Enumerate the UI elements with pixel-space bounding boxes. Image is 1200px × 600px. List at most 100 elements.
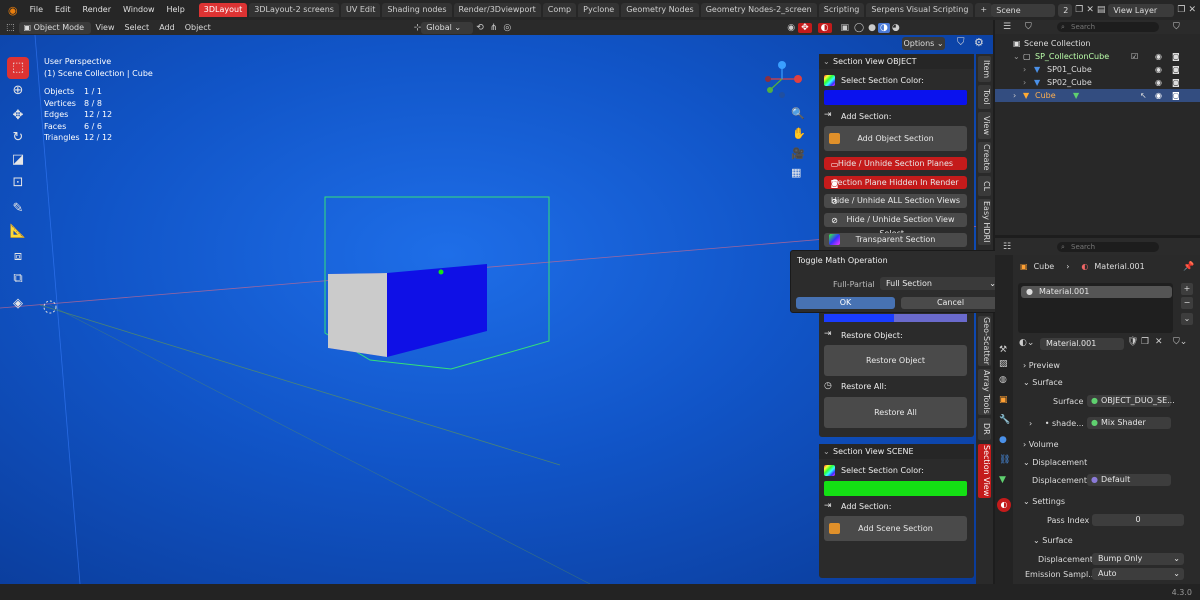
measure-icon[interactable]: 📐 [7, 221, 29, 243]
modifier-tab-icon[interactable]: 🔧 [999, 415, 1010, 425]
add-shape-icon[interactable]: ⧉ [7, 268, 29, 290]
outliner-row-cube[interactable]: › ▼ Cube ▼ ↖ ◉ ◙ [995, 89, 1200, 102]
remove-slot-button[interactable]: − [1181, 297, 1193, 309]
eye-icon-4[interactable]: ◉ [1155, 89, 1162, 102]
scene-tab-icon[interactable]: ◍ [999, 375, 1007, 385]
add-cube-icon[interactable]: ⧈ [7, 246, 29, 268]
camera-visibility-icon-3[interactable]: ◙ [1172, 76, 1180, 89]
mix-shader-field[interactable]: ● Mix Shader [1087, 417, 1171, 429]
menu-file[interactable]: File [24, 0, 49, 20]
shader-row-label[interactable]: › • shade... [1029, 419, 1084, 428]
tab-3dlayout-2-screens[interactable]: 3DLayout-2 screens [249, 3, 339, 17]
grid-view-icon[interactable]: ▦ [791, 166, 801, 179]
surface-panel-header[interactable]: ⌄ Surface [1023, 378, 1063, 387]
hide-selected-section-button[interactable]: ⊘ Hide / Unhide Section View Select... [824, 213, 967, 238]
annotate-icon[interactable]: ✎ [7, 198, 29, 220]
snap-icon[interactable]: ⋔ [487, 23, 501, 33]
tab-easy-hdri[interactable]: Easy HDRI [978, 199, 991, 245]
fake-user-icon[interactable]: 🛡 [1127, 337, 1138, 347]
displacement-panel-header[interactable]: ⌄ Displacement [1023, 458, 1087, 467]
overlay-icon[interactable]: ◐ [817, 22, 832, 33]
tab-render-3dviewport[interactable]: Render/3Dviewport [453, 3, 541, 17]
tab-item[interactable]: Item [978, 56, 991, 82]
duplicate-material-icon[interactable]: ❐ [1141, 337, 1149, 347]
tab-view[interactable]: View [978, 112, 991, 139]
panel-title[interactable]: ⌄ Section View OBJECT [819, 54, 974, 69]
disp-method-select[interactable]: Bump Only ⌄ [1092, 553, 1184, 565]
surface-sub-header[interactable]: ⌄ Surface [1033, 536, 1073, 545]
cursor-icon[interactable]: ⊕ [7, 80, 29, 102]
volume-panel-header[interactable]: › Volume [1023, 440, 1059, 449]
shading-rendered-icon[interactable]: ◕ [890, 23, 902, 33]
tab-geo-scatter[interactable]: Geo-Scatter [978, 316, 991, 366]
tab-tool[interactable]: Tool [978, 85, 991, 109]
mode-select[interactable]: ▣ Object Mode ⌄ [18, 21, 91, 44]
menu-object[interactable]: Object [180, 22, 216, 34]
full-partial-select[interactable]: Full Section ⌄ [880, 277, 1000, 290]
eye-icon-3[interactable]: ◉ [1155, 76, 1162, 89]
menu-help[interactable]: Help [161, 0, 191, 20]
scene-users-count[interactable]: 2 [1058, 3, 1073, 17]
slot-menu-chevron-icon[interactable]: ⌄ [1181, 313, 1193, 325]
preview-panel-header[interactable]: › Preview [1023, 361, 1060, 370]
menu-add[interactable]: Add [154, 22, 180, 34]
eye-icon[interactable]: ◉ [1155, 50, 1162, 63]
section-tool-icon[interactable]: ◈ [7, 293, 29, 315]
camera-visibility-icon-2[interactable]: ◙ [1172, 63, 1180, 76]
popup-cancel-button[interactable]: Cancel [901, 297, 1000, 309]
gizmo-icon[interactable]: ✥ [798, 22, 812, 33]
surface-shader-field[interactable]: ● OBJECT_DUO_SE... [1087, 395, 1175, 407]
shading-solid-icon[interactable]: ● [866, 23, 878, 33]
restore-object-button[interactable]: Restore Object [824, 345, 967, 376]
blender-logo-icon[interactable]: ◉ [0, 4, 24, 17]
physics-tab-icon[interactable]: ● [999, 435, 1007, 445]
menu-select[interactable]: Select [120, 22, 155, 34]
camera-icon[interactable]: 🎥 [791, 147, 805, 160]
material-browse-icon[interactable]: ◐⌄ [1019, 338, 1034, 348]
shading-material-icon[interactable]: ◑ [877, 22, 890, 33]
outliner-row-sp02-cube[interactable]: › ▼ SP02_Cube ◉ ◙ [995, 76, 1200, 89]
outliner-row-scene-collection[interactable]: ▣ Scene Collection [995, 37, 1200, 50]
camera-visibility-icon-4[interactable]: ◙ [1172, 89, 1180, 102]
tab-section-view[interactable]: Section View [978, 444, 991, 498]
options-button[interactable]: Options ⌄ [902, 37, 945, 50]
tab-3dlayout[interactable]: 3DLayout [198, 3, 248, 17]
popup-ok-button[interactable]: OK [796, 297, 895, 309]
pan-hand-icon[interactable]: ✋ [792, 127, 806, 140]
scene-section-color-swatch[interactable] [824, 481, 967, 496]
unlink-material-icon[interactable]: ✕ [1155, 337, 1163, 347]
constraint-tab-icon[interactable]: ⛓ [999, 455, 1010, 465]
camera-visibility-icon[interactable]: ◙ [1172, 50, 1180, 63]
shading-wireframe-icon[interactable]: ◯ [852, 23, 866, 33]
settings-panel-header[interactable]: ⌄ Settings [1023, 497, 1065, 506]
outliner-row-sp-collectioncube[interactable]: ⌄ ▢ SP_CollectionCube ☑ ◉ ◙ [995, 50, 1200, 63]
tab-geometry-nodes[interactable]: Geometry Nodes [621, 3, 699, 17]
scene-field[interactable]: Scene [991, 3, 1056, 17]
xray-icon[interactable]: ▣ [838, 23, 853, 33]
transform-icon[interactable]: ⊡ [7, 172, 29, 194]
outliner-filter-icon[interactable]: ⛉ [1025, 22, 1032, 32]
zoom-icon[interactable]: 🔍 [791, 107, 805, 120]
hide-section-planes-button[interactable]: ▭ Hide / Unhide Section Planes [824, 157, 967, 170]
add-workspace-button[interactable]: + [975, 3, 993, 17]
scene-panel-title[interactable]: ⌄ Section View SCENE [819, 444, 974, 459]
section-color-swatch[interactable] [824, 90, 967, 105]
material-slot-item[interactable]: ● Material.001 [1021, 286, 1172, 298]
menu-window[interactable]: Window [117, 0, 161, 20]
object-tab-icon[interactable]: ▣ [999, 395, 1008, 405]
settings-gear-icon[interactable]: ⚙ [974, 36, 984, 49]
rotate-icon[interactable]: ↻ [7, 127, 29, 149]
add-object-section-button[interactable]: Add Object Section [824, 126, 967, 151]
eye-icon-2[interactable]: ◉ [1155, 63, 1162, 76]
add-scene-section-button[interactable]: Add Scene Section [824, 516, 967, 541]
pass-index-field[interactable]: 0 [1092, 514, 1184, 526]
tab-dr[interactable]: DR [978, 418, 991, 440]
orientation-select[interactable]: Global ⌄ [421, 21, 474, 34]
add-slot-button[interactable]: + [1181, 283, 1193, 295]
outliner-editor-icon[interactable]: ☰ [1003, 22, 1011, 32]
material-tab-icon[interactable]: ◐ [997, 498, 1011, 512]
checker-swatch[interactable] [824, 314, 967, 322]
material-name-field[interactable]: Material.001 [1040, 338, 1124, 350]
menu-view[interactable]: View [91, 22, 120, 34]
filter-icon[interactable]: ⛉ [957, 37, 965, 48]
